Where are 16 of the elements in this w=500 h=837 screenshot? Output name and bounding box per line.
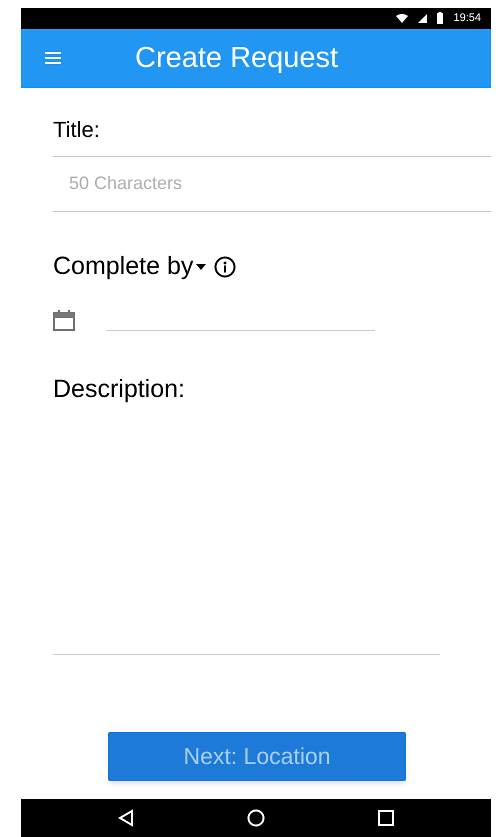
calendar-icon[interactable] — [53, 309, 75, 332]
signal-icon — [418, 14, 428, 23]
title-field[interactable]: 50 Characters — [53, 156, 491, 212]
battery-icon — [437, 12, 444, 24]
recents-icon[interactable] — [378, 810, 394, 826]
status-time: 19:54 — [453, 11, 481, 26]
complete-by-label: Complete by — [53, 250, 194, 282]
app-title: Create Request — [135, 40, 338, 76]
info-icon[interactable] — [214, 256, 236, 278]
wifi-icon — [396, 14, 408, 23]
home-icon[interactable] — [246, 808, 265, 827]
title-label: Title: — [53, 116, 101, 144]
description-label: Description: — [53, 374, 186, 406]
caret-icon[interactable] — [196, 264, 206, 270]
back-icon[interactable] — [118, 808, 134, 827]
menu-icon — [45, 52, 61, 64]
